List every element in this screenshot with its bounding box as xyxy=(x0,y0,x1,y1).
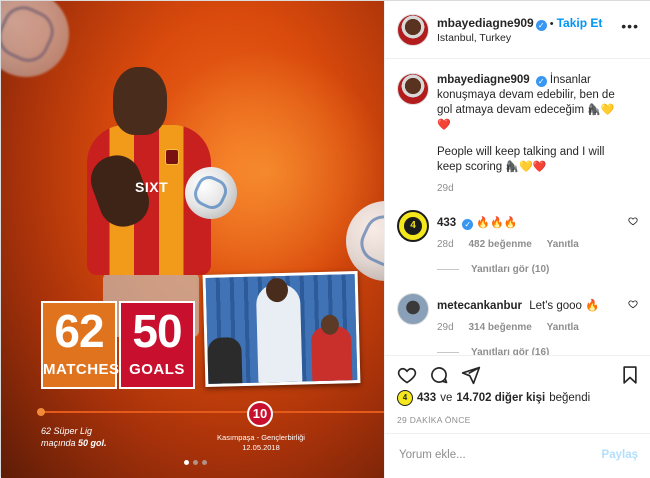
likes-connector: ve xyxy=(440,392,453,404)
stat-matches: 62 MATCHES xyxy=(41,301,120,389)
comment-text: 🔥🔥🔥 xyxy=(476,217,518,229)
view-replies-button[interactable]: Yanıtları gör (10) xyxy=(385,264,650,275)
football-decoration xyxy=(1,1,69,77)
author-username[interactable]: mbayediagne909 xyxy=(437,16,534,30)
timeline-bar xyxy=(37,408,384,416)
post-header: mbayediagne909 ✓ • Takip Et Istanbul, Turke… xyxy=(385,1,650,59)
view-replies-button[interactable]: Yanıtları gör (16) xyxy=(385,347,650,355)
avatar-text: 4 xyxy=(404,217,422,235)
share-icon[interactable] xyxy=(461,365,481,385)
avatar[interactable] xyxy=(397,293,429,325)
caption-username[interactable]: mbayediagne909 xyxy=(437,74,530,86)
instagram-post-modal: SIXT 62 MATCHES 50 GOALS 10 62 Süper Lig… xyxy=(0,0,650,478)
match-name: Kasımpaşa - Gençlerbirliği xyxy=(217,433,305,442)
comment-likes[interactable]: 482 beğenme xyxy=(468,239,531,250)
verified-badge-icon: ✓ xyxy=(535,20,547,31)
likes-summary: 4 433 ve 14.702 diğer kişi beğendi xyxy=(397,390,590,406)
add-comment-bar: Yorum ekle... Paylaş xyxy=(385,433,650,478)
post-image[interactable]: SIXT 62 MATCHES 50 GOALS 10 62 Süper Lig… xyxy=(1,1,384,478)
club-crest xyxy=(165,149,179,165)
carousel-dot[interactable] xyxy=(202,460,207,465)
stats-caption-highlight: 50 gol. xyxy=(78,438,107,448)
avatar[interactable] xyxy=(397,73,429,105)
follow-button[interactable]: Takip Et xyxy=(557,16,603,30)
comment-meta: 29d 314 beğenme Yanıtla xyxy=(437,322,622,333)
stats-caption-line2: maçında xyxy=(41,438,79,448)
bookmark-icon[interactable] xyxy=(620,365,640,385)
comment-item: 4 433 ✓ 🔥🔥🔥 28d 482 beğenme Yanıtla xyxy=(385,210,650,250)
comments-list[interactable]: mbayediagne909 ✓ İnsanlar konuşmaya devam… xyxy=(385,59,650,355)
carousel-indicator xyxy=(184,460,207,465)
heart-icon[interactable] xyxy=(397,365,417,385)
likes-suffix: beğendi xyxy=(549,392,591,404)
post-location[interactable]: Istanbul, Turkey xyxy=(437,32,511,44)
timeline-start-dot xyxy=(37,408,45,416)
football-in-hand xyxy=(185,167,237,219)
caption-age[interactable]: 29d xyxy=(437,183,454,194)
comment-age[interactable]: 29d xyxy=(437,322,454,333)
caption-meta: 29d xyxy=(437,183,622,194)
post-comment-button[interactable]: Paylaş xyxy=(602,449,638,461)
view-replies-label: Yanıtları gör (10) xyxy=(471,264,550,275)
post-side-panel: mbayediagne909 ✓ • Takip Et Istanbul, Turke… xyxy=(384,1,650,478)
comment-username[interactable]: 433 xyxy=(437,217,456,229)
reply-button[interactable]: Yanıtla xyxy=(547,239,579,250)
carousel-dot[interactable] xyxy=(193,460,198,465)
comment-text: Let's gooo 🔥 xyxy=(529,300,600,312)
comment-likes[interactable]: 314 beğenme xyxy=(468,322,531,333)
post-caption: mbayediagne909 ✓ İnsanlar konuşmaya devam… xyxy=(385,73,650,194)
ellipsis-icon[interactable]: ••• xyxy=(621,19,639,33)
likes-count[interactable]: 14.702 diğer kişi xyxy=(456,392,545,404)
separator-dot: • xyxy=(549,18,554,30)
stat-goals-number: 50 xyxy=(132,305,182,357)
comment-meta: 28d 482 beğenme Yanıtla xyxy=(437,239,622,250)
avatar[interactable]: 4 xyxy=(397,390,413,406)
stat-matches-label: MATCHES xyxy=(43,361,120,378)
view-replies-label: Yanıtları gör (16) xyxy=(471,347,550,355)
match-date: 12.05.2018 xyxy=(242,443,280,452)
stat-goals: 50 GOALS xyxy=(119,301,195,389)
match-caption: Kasımpaşa - Gençlerbirliği 12.05.2018 xyxy=(213,433,309,453)
comment-age[interactable]: 28d xyxy=(437,239,454,250)
comment-icon[interactable] xyxy=(429,365,449,385)
verified-badge-icon: ✓ xyxy=(462,219,474,230)
verified-badge-icon: ✓ xyxy=(535,76,547,87)
carousel-dot[interactable] xyxy=(184,460,189,465)
comment-item: metecankanbur Let's gooo 🔥 29d 314 beğen… xyxy=(385,293,650,333)
action-bar xyxy=(385,355,650,391)
stat-matches-number: 62 xyxy=(54,305,104,357)
shirt-sponsor: SIXT xyxy=(135,179,169,195)
goal-number-badge: 10 xyxy=(247,401,273,427)
caption-emoji-en: 🦍💛❤️ xyxy=(505,161,547,173)
heart-icon[interactable] xyxy=(628,299,638,309)
stats-caption: 62 Süper Lig maçında 50 gol. xyxy=(41,425,151,449)
heart-icon[interactable] xyxy=(628,216,638,226)
stat-goals-label: GOALS xyxy=(129,361,185,378)
avatar[interactable] xyxy=(397,14,429,46)
inset-photo xyxy=(202,270,361,388)
first-liker[interactable]: 433 xyxy=(417,392,436,404)
comment-input[interactable]: Yorum ekle... xyxy=(399,449,466,461)
reply-button[interactable]: Yanıtla xyxy=(547,322,579,333)
post-timestamp[interactable]: 29 DAKİKA ÖNCE xyxy=(397,415,471,425)
stats-caption-line1: 62 Süper Lig xyxy=(41,426,93,436)
comment-username[interactable]: metecankanbur xyxy=(437,300,522,312)
avatar[interactable]: 4 xyxy=(397,210,429,242)
